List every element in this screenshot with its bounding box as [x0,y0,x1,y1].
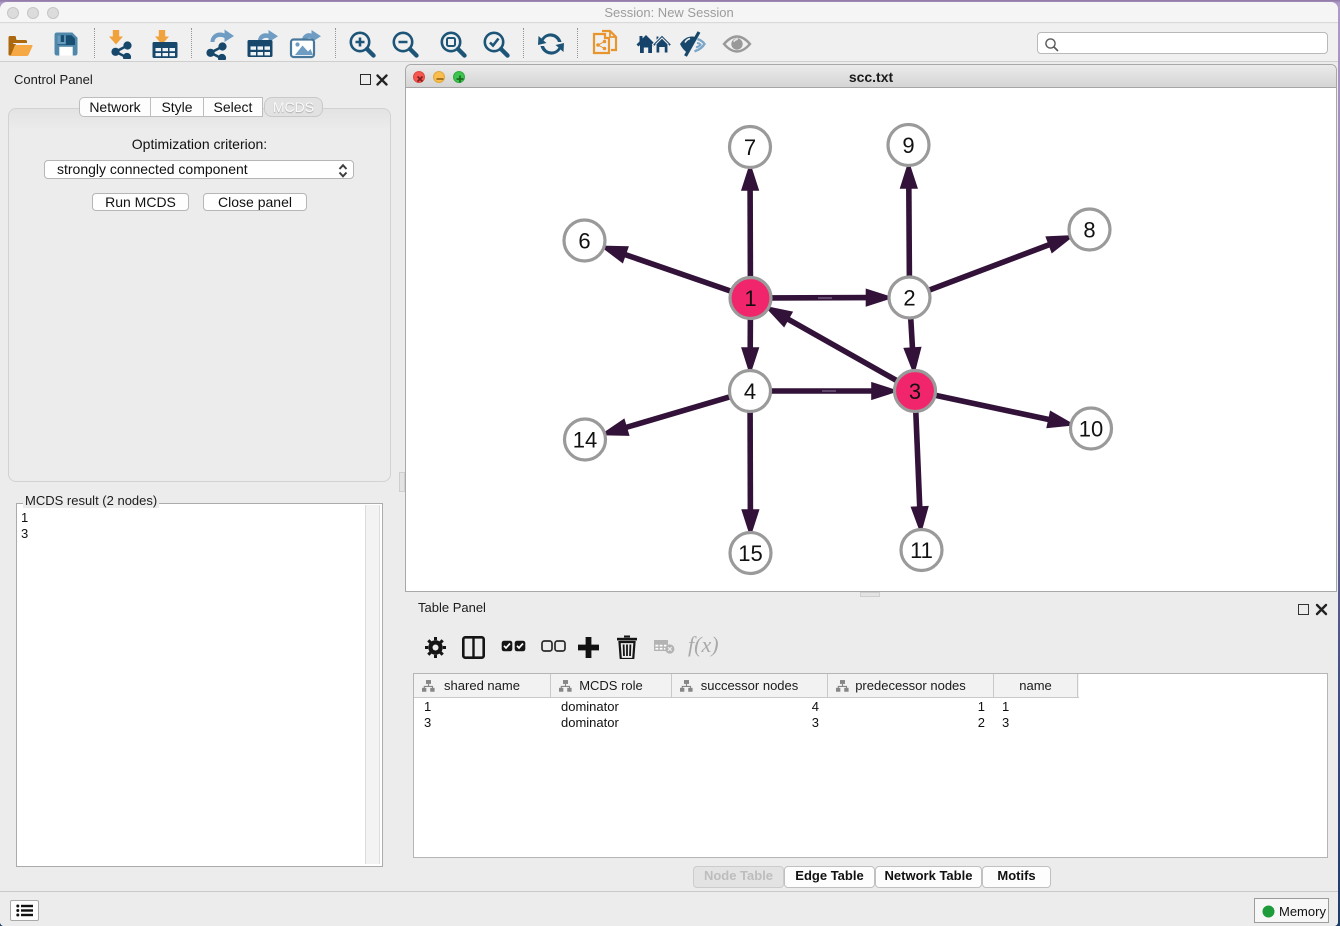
svg-text:4: 4 [744,379,756,404]
svg-text:14: 14 [573,427,597,452]
svg-text:3: 3 [909,379,921,404]
svg-text:15: 15 [738,541,762,566]
svg-text:8: 8 [1083,217,1095,242]
svg-text:7: 7 [744,135,756,160]
svg-text:1: 1 [744,286,756,311]
svg-text:2: 2 [903,285,915,310]
svg-text:11: 11 [910,538,933,563]
svg-text:9: 9 [902,133,914,158]
svg-text:6: 6 [578,228,590,253]
svg-text:10: 10 [1079,416,1103,441]
